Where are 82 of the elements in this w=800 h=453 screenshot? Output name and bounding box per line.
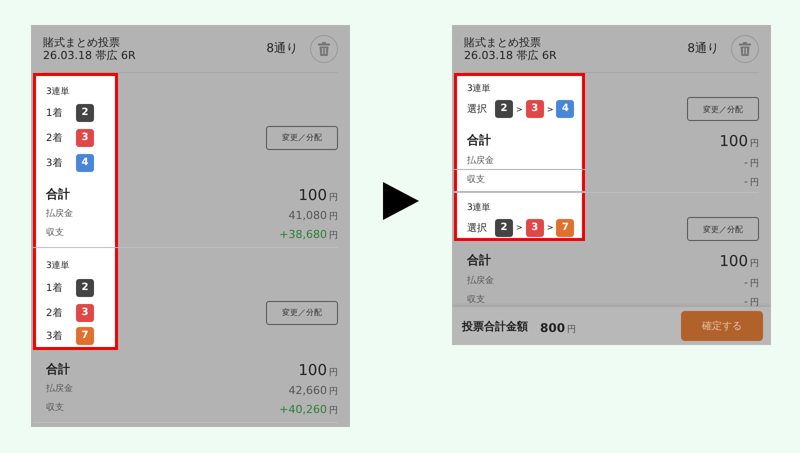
balance-label: 収支 <box>46 402 64 414</box>
change-button[interactable]: 変更／分配 <box>266 300 338 324</box>
combination-count: 8通り <box>266 40 298 57</box>
place-label: 1着 <box>46 106 64 120</box>
currency-unit: 円 <box>750 298 759 307</box>
currency-unit: 円 <box>329 212 338 222</box>
delete-button[interactable] <box>731 34 759 62</box>
number-badge: 3 <box>526 218 544 236</box>
balance-label: 収支 <box>467 294 485 306</box>
total-amount: 100 <box>298 360 327 378</box>
place-label: 2着 <box>46 132 64 144</box>
balance-amount: +38,680 <box>279 228 327 241</box>
number-badge: 3 <box>526 100 544 118</box>
number-badge: 3 <box>76 128 94 146</box>
currency-unit: 円 <box>329 406 338 416</box>
trash-icon <box>739 42 751 56</box>
payout-amount: 42,660 <box>288 384 327 397</box>
total-label: 合計 <box>46 360 70 378</box>
balance-amount: - <box>744 175 748 188</box>
total-amount: 800 <box>540 320 566 334</box>
bet-type-label: 3連単 <box>46 260 70 272</box>
number-badge: 2 <box>495 218 513 236</box>
combination-count: 8通り <box>687 40 719 57</box>
trash-icon <box>318 42 330 56</box>
place-label: 1着 <box>46 282 64 294</box>
total-amount: 100 <box>298 186 327 204</box>
currency-unit: 円 <box>329 368 338 378</box>
currency-unit: 円 <box>329 231 338 241</box>
race-info: 26.03.18 帯広 6R <box>43 48 137 62</box>
number-badge: 7 <box>556 218 574 236</box>
separator-text: > <box>546 223 554 232</box>
change-button[interactable]: 変更／分配 <box>266 126 338 150</box>
total-label: 合計 <box>467 132 491 148</box>
delete-button[interactable] <box>310 34 338 62</box>
currency-unit: 円 <box>567 324 576 334</box>
selection-label: 選択 <box>467 103 488 116</box>
separator-text: > <box>516 223 523 232</box>
payout-amount: - <box>744 156 748 169</box>
total-amount: 100 <box>719 252 748 270</box>
balance-amount: +40,260 <box>279 403 327 416</box>
change-button[interactable]: 変更／分配 <box>687 97 759 121</box>
race-info: 26.03.18 帯広 6R <box>464 48 558 62</box>
number-badge: 7 <box>76 327 94 345</box>
number-badge: 2 <box>76 278 94 296</box>
total-amount: 100 <box>719 132 748 150</box>
bet-title: 賭式まとめ投票 <box>464 36 542 48</box>
bet-type-label: 3連単 <box>467 202 491 214</box>
total-amount-label: 投票合計金額 <box>462 318 528 334</box>
balance-amount: - <box>744 295 748 307</box>
bet-title: 賭式まとめ投票 <box>43 36 121 48</box>
currency-unit: 円 <box>329 192 338 202</box>
change-button[interactable]: 変更／分配 <box>687 217 759 241</box>
balance-label: 収支 <box>467 174 485 186</box>
currency-unit: 円 <box>750 258 759 268</box>
total-label: 合計 <box>467 252 491 268</box>
payout-label: 払戻金 <box>46 208 73 220</box>
payout-amount: 41,080 <box>288 209 327 222</box>
number-badge: 2 <box>495 100 513 118</box>
number-badge: 4 <box>76 154 94 172</box>
separator-text: > <box>546 104 554 114</box>
number-badge: 2 <box>76 104 94 122</box>
bet-type-label: 3連単 <box>467 82 491 95</box>
place-label: 3着 <box>46 156 64 170</box>
right-arrow-icon <box>383 182 419 220</box>
number-badge: 4 <box>556 100 574 118</box>
payout-amount: - <box>744 276 748 289</box>
bet-type-label: 3連単 <box>46 86 70 98</box>
separator-text: > <box>516 104 523 114</box>
selection-label: 選択 <box>467 222 488 234</box>
currency-unit: 円 <box>329 387 338 397</box>
total-label: 合計 <box>46 186 70 202</box>
currency-unit: 円 <box>750 279 759 289</box>
place-label: 2着 <box>46 306 64 320</box>
currency-unit: 円 <box>750 138 759 148</box>
payout-label: 払戻金 <box>46 382 73 395</box>
currency-unit: 円 <box>750 178 759 188</box>
balance-label: 収支 <box>46 226 64 239</box>
payout-label: 払戻金 <box>467 274 494 286</box>
place-label: 3着 <box>46 330 64 343</box>
number-badge: 3 <box>76 304 94 322</box>
payout-label: 払戻金 <box>467 154 494 166</box>
currency-unit: 円 <box>750 159 759 169</box>
